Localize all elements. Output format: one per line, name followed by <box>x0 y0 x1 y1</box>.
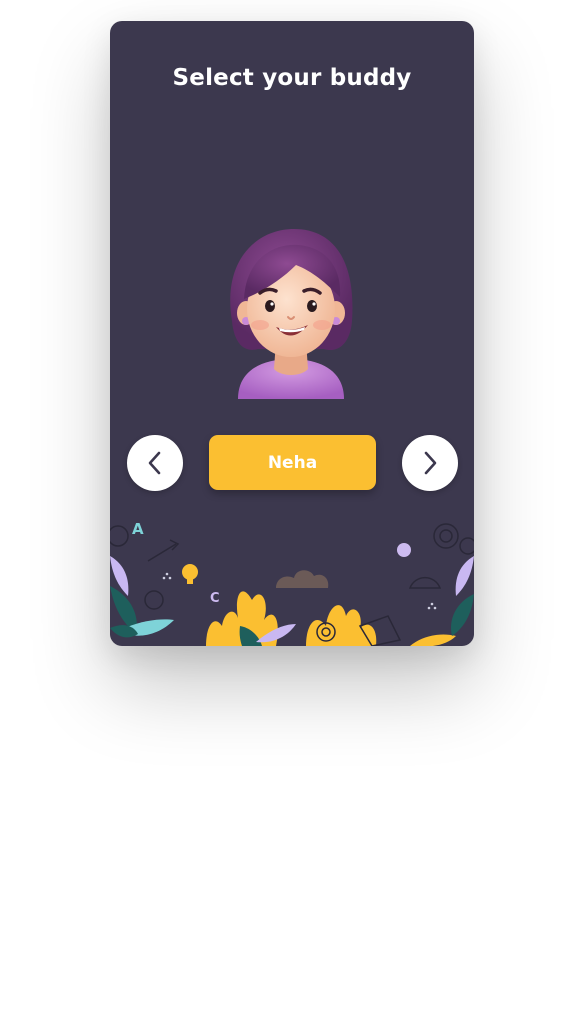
buddy-name-button[interactable]: Neha <box>209 435 376 490</box>
letter-c-doodle: C <box>210 591 220 606</box>
page-title: Select your buddy <box>172 65 412 91</box>
buddy-select-card: Select your buddy Neha A C <box>110 21 474 646</box>
next-buddy-button[interactable] <box>402 435 458 491</box>
doodle-footer-illustration: A C <box>110 520 474 646</box>
previous-buddy-button[interactable] <box>127 435 183 491</box>
buddy-avatar <box>230 229 353 399</box>
chevron-right-icon <box>424 451 437 475</box>
letter-a-doodle: A <box>132 520 144 538</box>
chevron-left-icon <box>148 451 161 475</box>
